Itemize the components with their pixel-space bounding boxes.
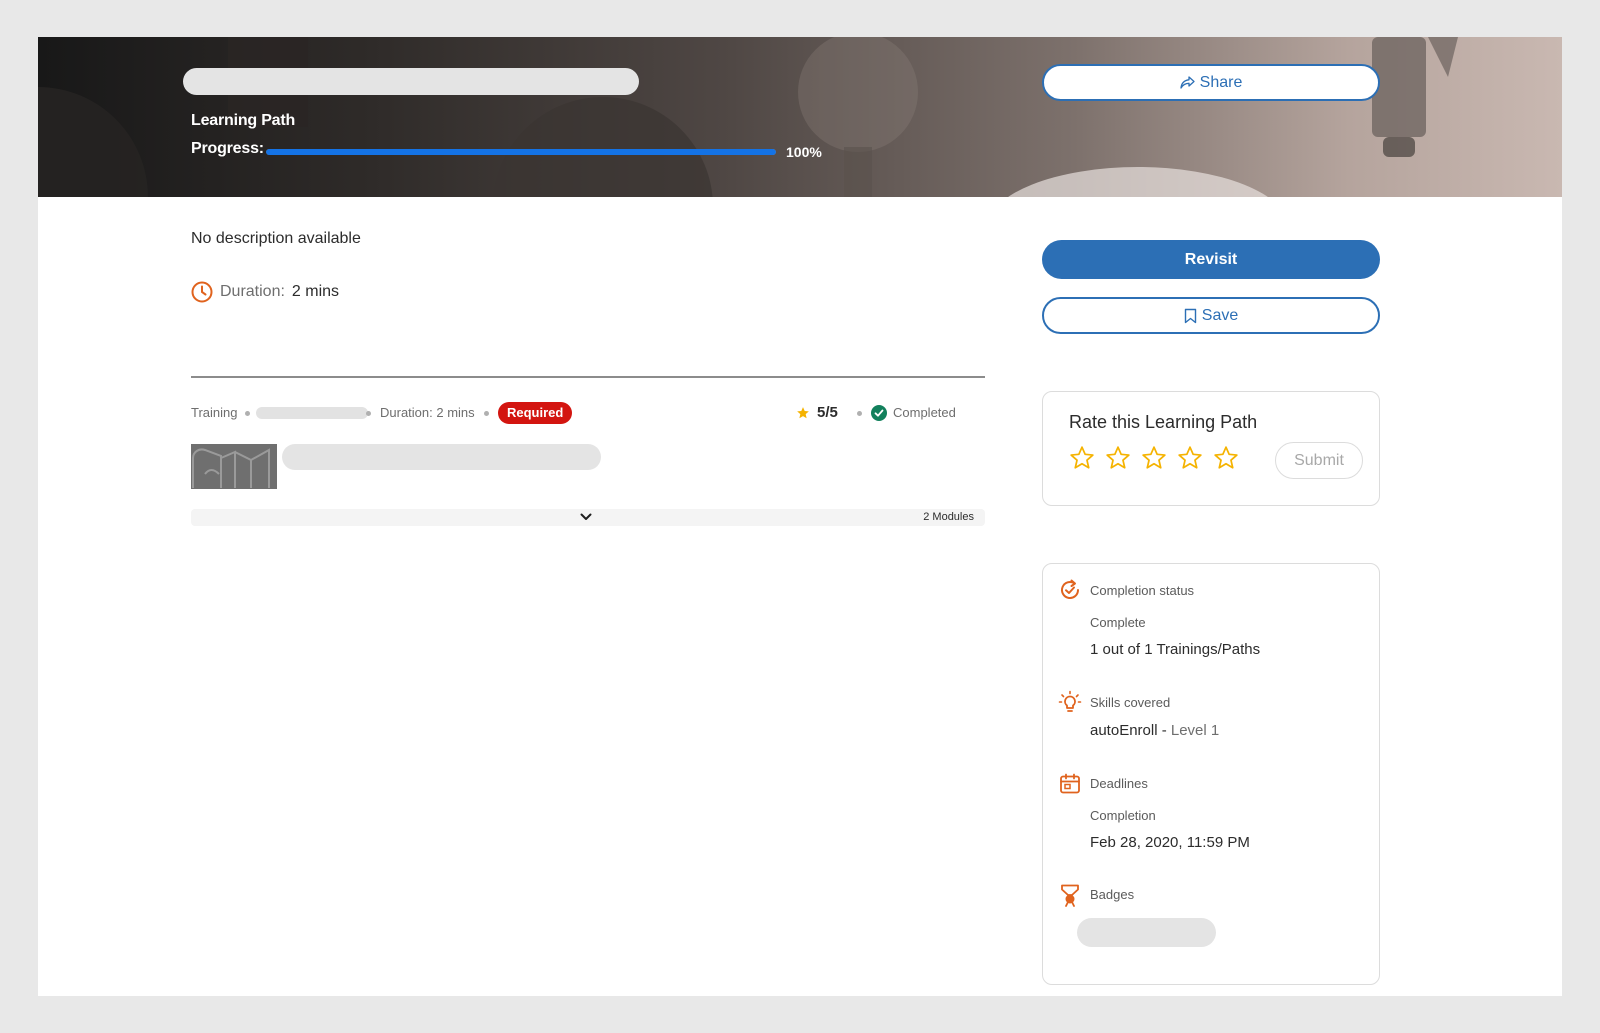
progress-bar bbox=[266, 149, 776, 155]
share-icon bbox=[1179, 75, 1195, 89]
modules-count: 2 Modules bbox=[923, 511, 974, 523]
course-meta-row: Training Duration: 2 mins Required 5/5 C… bbox=[191, 402, 985, 424]
progress-label: Progress: bbox=[191, 140, 264, 157]
deadline-value: Feb 28, 2020, 11:59 PM bbox=[1090, 834, 1250, 851]
skill-level: Level 1 bbox=[1170, 722, 1220, 739]
required-badge: Required bbox=[498, 402, 573, 424]
duration-row: Duration: 2 mins bbox=[191, 281, 339, 303]
separator-dot bbox=[245, 411, 250, 416]
course-name-placeholder bbox=[282, 444, 601, 470]
revisit-button[interactable]: Revisit bbox=[1042, 240, 1380, 279]
deadlines-label: Deadlines bbox=[1090, 776, 1148, 791]
skill-name: autoEnroll - bbox=[1090, 722, 1171, 739]
badge-placeholder bbox=[1077, 918, 1216, 947]
description-text: No description available bbox=[191, 230, 361, 247]
progress-value: 100% bbox=[786, 144, 822, 160]
calendar-icon bbox=[1060, 773, 1080, 794]
duration-label: Duration: bbox=[220, 283, 285, 300]
course-duration: Duration: 2 mins bbox=[380, 405, 475, 420]
title-placeholder bbox=[183, 68, 639, 95]
page-frame: Learning Path Progress: 100% Share No de… bbox=[38, 37, 1562, 996]
rating-star-2[interactable] bbox=[1105, 445, 1131, 471]
badges-label: Badges bbox=[1090, 887, 1135, 902]
share-button[interactable]: Share bbox=[1042, 64, 1380, 101]
share-label: Share bbox=[1199, 73, 1243, 91]
completion-status-icon bbox=[1061, 579, 1079, 599]
clock-icon bbox=[191, 281, 213, 303]
course-status: Completed bbox=[893, 405, 956, 420]
completion-detail: 1 out of 1 Trainings/Paths bbox=[1090, 641, 1261, 658]
info-card: Completion status Complete 1 out of 1 Tr… bbox=[1042, 563, 1380, 985]
course-thumbnail[interactable] bbox=[191, 444, 277, 489]
badge-ribbon-icon bbox=[1061, 884, 1079, 907]
rating-star-5[interactable] bbox=[1213, 445, 1239, 471]
rating-card: Rate this Learning Path Submit bbox=[1042, 391, 1380, 506]
course-rating: 5/5 bbox=[817, 404, 838, 421]
star-icon bbox=[797, 407, 809, 419]
check-circle-icon bbox=[871, 405, 887, 421]
completion-state: Complete bbox=[1090, 615, 1146, 630]
skills-covered-label: Skills covered bbox=[1090, 695, 1171, 710]
completion-status-label: Completion status bbox=[1090, 583, 1195, 598]
course-type: Training bbox=[191, 405, 238, 420]
bookmark-icon bbox=[1184, 308, 1196, 323]
rating-star-1[interactable] bbox=[1069, 445, 1095, 471]
learning-path-label: Learning Path bbox=[191, 112, 296, 129]
meta-placeholder bbox=[256, 407, 368, 419]
separator-dot bbox=[857, 411, 862, 416]
section-divider bbox=[191, 376, 985, 378]
chevron-down-icon[interactable] bbox=[579, 510, 593, 524]
save-label: Save bbox=[1201, 306, 1239, 324]
hero-banner: Learning Path Progress: 100% Share bbox=[38, 37, 1562, 197]
deadline-type: Completion bbox=[1090, 808, 1156, 823]
skill-entry: autoEnroll - Level 1 bbox=[1090, 722, 1219, 739]
rating-stars bbox=[1069, 445, 1239, 471]
rating-star-4[interactable] bbox=[1177, 445, 1203, 471]
duration-value: 2 mins bbox=[291, 283, 340, 300]
rating-card-title: Rate this Learning Path bbox=[1069, 412, 1258, 432]
rating-star-3[interactable] bbox=[1141, 445, 1167, 471]
separator-dot bbox=[484, 411, 489, 416]
modules-expander[interactable]: 2 Modules bbox=[191, 509, 985, 526]
save-button[interactable]: Save bbox=[1042, 297, 1380, 334]
separator-dot bbox=[366, 411, 371, 416]
lightbulb-icon bbox=[1058, 690, 1082, 712]
submit-rating-button[interactable]: Submit bbox=[1275, 442, 1363, 479]
course-thumbnail-art bbox=[192, 448, 270, 488]
progress-bar-fill bbox=[266, 149, 776, 155]
